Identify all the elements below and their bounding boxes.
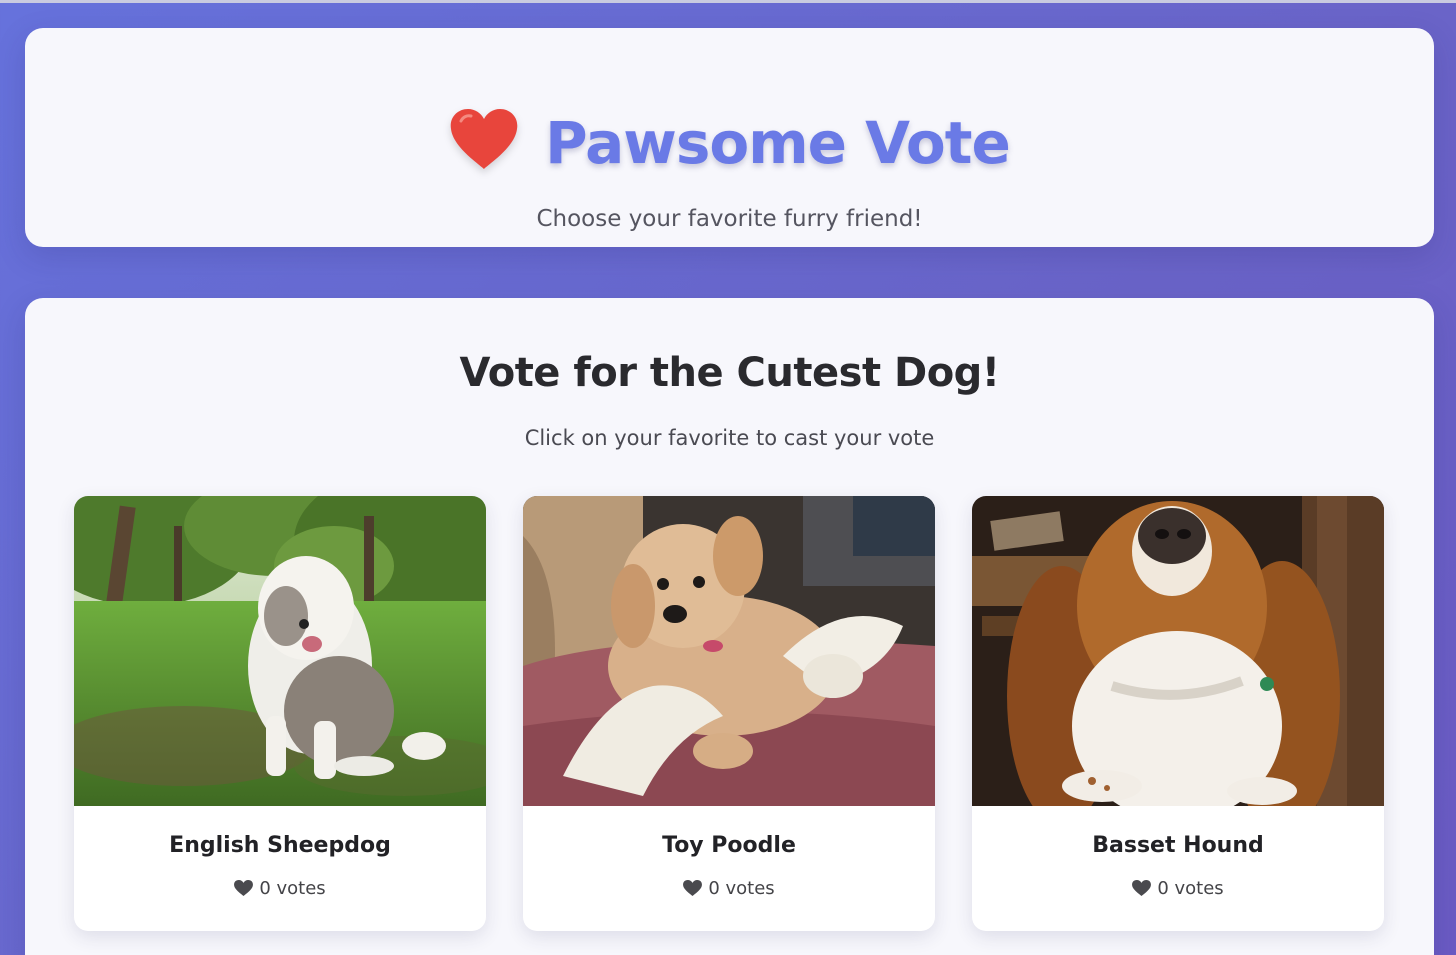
vote-count: 0 votes	[523, 878, 935, 899]
app-title: Pawsome Vote	[545, 109, 1011, 177]
title-row: Pawsome Vote	[25, 98, 1434, 188]
vote-count: 0 votes	[972, 878, 1384, 899]
dog-card-english-sheepdog[interactable]: English Sheepdog 0 votes	[74, 496, 486, 931]
dog-card-toy-poodle[interactable]: Toy Poodle 0 votes	[523, 496, 935, 931]
vote-count-text: 0 votes	[1157, 878, 1224, 899]
dog-name: Toy Poodle	[662, 833, 796, 858]
vote-count-text: 0 votes	[259, 878, 326, 899]
header-card: Pawsome Vote Choose your favorite furry …	[25, 28, 1434, 247]
heart-icon	[683, 880, 703, 897]
dog-name: English Sheepdog	[169, 833, 391, 858]
app-subtitle: Choose your favorite furry friend!	[536, 206, 923, 232]
heart-icon	[1132, 880, 1152, 897]
dog-name: Basset Hound	[1092, 833, 1264, 858]
dog-card-basset-hound[interactable]: Basset Hound 0 votes	[972, 496, 1384, 931]
heart-icon	[234, 880, 254, 897]
heart-icon	[450, 109, 518, 169]
english-sheepdog-photo	[74, 496, 486, 806]
section-title: Vote for the Cutest Dog!	[459, 350, 1000, 396]
section-subtitle: Click on your favorite to cast your vote	[524, 426, 935, 450]
toy-poodle-photo	[523, 496, 935, 806]
window-top-border	[0, 0, 1456, 3]
vote-count-text: 0 votes	[708, 878, 775, 899]
voting-card: Vote for the Cutest Dog! Click on your f…	[25, 298, 1434, 955]
vote-count: 0 votes	[74, 878, 486, 899]
basset-hound-photo	[972, 496, 1384, 806]
